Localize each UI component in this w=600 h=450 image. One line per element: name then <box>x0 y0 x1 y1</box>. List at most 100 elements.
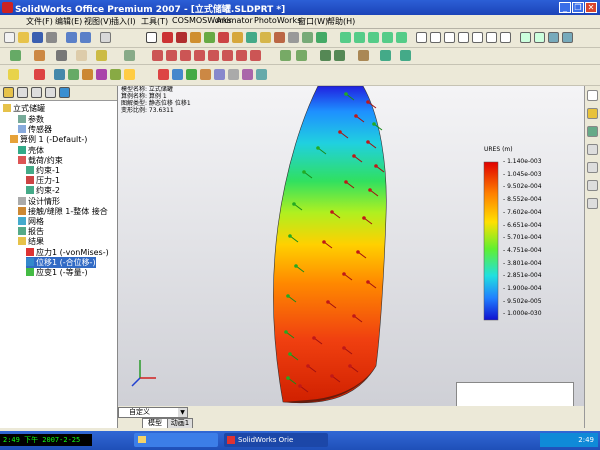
restore-button[interactable]: ❐ <box>572 2 584 13</box>
cosmos-stress-plot-icon[interactable] <box>158 69 169 80</box>
cosmos-strain-plot-icon[interactable] <box>186 69 197 80</box>
extrude-icon[interactable] <box>190 32 201 43</box>
zoom-area-icon[interactable] <box>354 32 365 43</box>
open-icon[interactable] <box>18 32 29 43</box>
redo-icon[interactable] <box>80 32 91 43</box>
loft-icon[interactable] <box>76 50 87 61</box>
cosmos-material-icon[interactable] <box>110 69 121 80</box>
shaded-icon[interactable] <box>548 32 559 43</box>
cosmos-mesh-icon[interactable] <box>54 69 65 80</box>
menu-animator[interactable]: Animator <box>216 16 253 25</box>
view-left-icon[interactable] <box>444 32 455 43</box>
mirror-icon[interactable] <box>302 32 313 43</box>
undo-icon[interactable] <box>66 32 77 43</box>
cosmos-displacement-plot-icon[interactable] <box>172 69 183 80</box>
task-pane-file-explorer-icon[interactable] <box>587 126 598 137</box>
revolve-icon[interactable] <box>204 32 215 43</box>
sketch-icon[interactable] <box>162 32 173 43</box>
view-bottom-icon[interactable] <box>486 32 497 43</box>
shaded-edges-icon[interactable] <box>562 32 573 43</box>
close-button[interactable]: ✕ <box>585 2 597 13</box>
tree-root[interactable]: 立式储罐 <box>3 103 45 114</box>
task-pane-appearance-icon[interactable] <box>587 180 598 191</box>
cosmos-report-icon[interactable] <box>242 69 253 80</box>
zoom-fit-icon[interactable] <box>340 32 351 43</box>
fillet-icon[interactable] <box>218 32 229 43</box>
offset-icon[interactable] <box>250 50 261 61</box>
cosmos-options-icon[interactable] <box>256 69 267 80</box>
view-iso-icon[interactable] <box>500 32 511 43</box>
hole-icon[interactable] <box>288 32 299 43</box>
minimize-button[interactable]: _ <box>559 2 571 13</box>
menu-insert[interactable]: 插入(I) <box>111 16 136 27</box>
line-icon[interactable] <box>152 50 163 61</box>
sweep-icon[interactable] <box>56 50 67 61</box>
cosmos-animate-icon[interactable] <box>214 69 225 80</box>
rectangle-icon[interactable] <box>166 50 177 61</box>
zoom-in-out-icon[interactable] <box>368 32 379 43</box>
cosmos-run-icon[interactable] <box>34 69 45 80</box>
extrude-boss-icon[interactable] <box>10 50 21 61</box>
dimxpert-tab-icon[interactable] <box>45 87 56 98</box>
menu-edit[interactable]: 编辑(E) <box>55 16 82 27</box>
menu-tools[interactable]: 工具(T) <box>141 16 168 27</box>
cosmos-deformed-icon[interactable] <box>200 69 211 80</box>
menu-help[interactable]: 帮助(H) <box>327 16 355 27</box>
task-pane-custom-icon[interactable] <box>587 198 598 209</box>
tree-item[interactable]: 应变1 (-等量-) <box>26 267 88 278</box>
hidden-lines-icon[interactable] <box>534 32 545 43</box>
view-back-icon[interactable] <box>430 32 441 43</box>
reference-icon[interactable] <box>96 50 107 61</box>
rebuild-icon[interactable] <box>100 32 111 43</box>
cosmos-study-icon[interactable] <box>8 69 19 80</box>
task-pane-search-icon[interactable] <box>587 144 598 155</box>
menu-photoworks[interactable]: PhotoWorks <box>254 16 301 25</box>
cosmos-pressure-icon[interactable] <box>96 69 107 80</box>
tools-icon[interactable] <box>358 50 369 61</box>
configuration-manager-tab-icon[interactable] <box>31 87 42 98</box>
print-icon[interactable] <box>46 32 57 43</box>
cut-icon[interactable] <box>34 50 45 61</box>
mass-props-icon[interactable] <box>400 50 411 61</box>
select-icon[interactable] <box>146 32 157 43</box>
wireframe-icon[interactable] <box>520 32 531 43</box>
view-right-icon[interactable] <box>458 32 469 43</box>
property-manager-tab-icon[interactable] <box>17 87 28 98</box>
graphics-viewport[interactable]: 模型名称: 立式储罐 算例名称: 算例 1 图解类型: 静态位移 位移1 变形比… <box>118 86 584 406</box>
circle-icon[interactable] <box>180 50 191 61</box>
view-select[interactable]: 自定义 ▼ <box>118 407 188 418</box>
arc-icon[interactable] <box>194 50 205 61</box>
chevron-down-icon[interactable]: ▼ <box>178 408 187 417</box>
menu-file[interactable]: 文件(F) <box>26 16 53 27</box>
menu-window[interactable]: 窗口(W) <box>298 16 328 27</box>
view-front-icon[interactable] <box>416 32 427 43</box>
rib-icon[interactable] <box>260 32 271 43</box>
measure-icon[interactable] <box>380 50 391 61</box>
trim-icon[interactable] <box>236 50 247 61</box>
cosmos-probe-icon[interactable] <box>228 69 239 80</box>
task-pane-home-icon[interactable] <box>587 90 598 101</box>
point-icon[interactable] <box>222 50 233 61</box>
smart-dimension-icon[interactable] <box>176 32 187 43</box>
grid-icon[interactable] <box>320 50 331 61</box>
snap-icon[interactable] <box>334 50 345 61</box>
feature-manager-tab-icon[interactable] <box>3 87 14 98</box>
pan-icon[interactable] <box>396 32 407 43</box>
spline-icon[interactable] <box>208 50 219 61</box>
menu-view[interactable]: 视图(V) <box>84 16 112 27</box>
relations-icon[interactable] <box>280 50 291 61</box>
curves-icon[interactable] <box>124 50 135 61</box>
cosmos-manager-tab-icon[interactable] <box>59 87 70 98</box>
pattern-icon[interactable] <box>316 32 327 43</box>
cosmos-force-icon[interactable] <box>82 69 93 80</box>
cosmos-result-icon[interactable] <box>124 69 135 80</box>
chamfer-icon[interactable] <box>232 32 243 43</box>
taskbar-button-explorer[interactable] <box>134 433 218 447</box>
task-pane-library-icon[interactable] <box>587 108 598 119</box>
taskbar-button-solidworks[interactable]: SolidWorks Orie <box>224 433 328 447</box>
task-pane-view-palette-icon[interactable] <box>587 162 598 173</box>
save-icon[interactable] <box>32 32 43 43</box>
cosmos-restraint-icon[interactable] <box>68 69 79 80</box>
draft-icon[interactable] <box>274 32 285 43</box>
display-relations-icon[interactable] <box>296 50 307 61</box>
